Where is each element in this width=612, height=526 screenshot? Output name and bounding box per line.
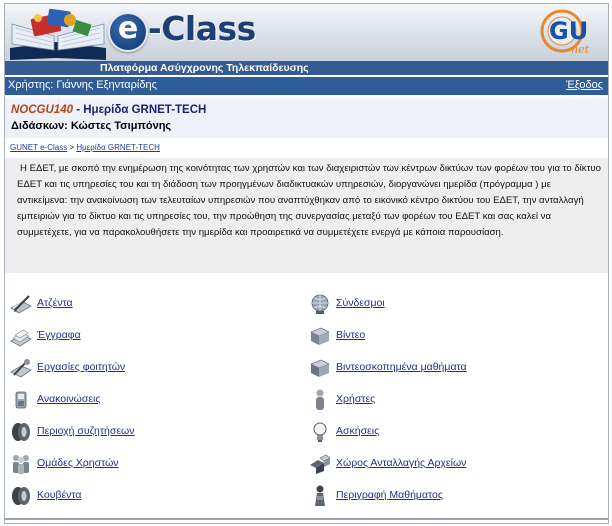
current-user-label: Χρήστης: Γιάννης Εξηνταρίδης <box>8 79 157 91</box>
forum-icon <box>12 423 30 441</box>
eclass-page: e -Class GU net Πλατφόρμα Ασύγχρονης Τηλ… <box>4 3 609 524</box>
header-banner: e -Class GU net <box>5 4 608 61</box>
user-bar: Χρήστης: Γιάννης Εξηνταρίδης Έξοδος <box>5 77 608 95</box>
tool-assignments-link[interactable]: Εργασίες φοιτητών <box>37 361 125 373</box>
header-subtitle-bar: Πλατφόρμα Ασύγχρονης Τηλεκπαίδευσης <box>5 61 608 75</box>
course-instructor: Διδάσκων: Κώστες Τσιμπόνης <box>11 120 172 132</box>
tool-file-exchange-link[interactable]: Χώρος Ανταλλαγής Αρχείων <box>336 457 466 469</box>
breadcrumb-current-link[interactable]: Ημερίδα GRNET-TECH <box>76 143 160 152</box>
chat-icon <box>12 487 30 505</box>
file-exchange-icon <box>310 454 331 474</box>
gunet-logo-sub: net <box>571 43 590 56</box>
tool-agenda-link[interactable]: Ατζέντα <box>37 297 73 309</box>
breadcrumb-separator: > <box>67 143 77 152</box>
exercises-lightbulb-icon <box>313 422 327 442</box>
course-description-text: Η ΕΔΕΤ, με σκοπό την ενημέρωση της κοινό… <box>17 163 601 238</box>
course-title-line: NOCGU140 - Ημερίδα GRNET-TECH <box>11 104 206 116</box>
course-description-box: Η ΕΔΕΤ, με σκοπό την ενημέρωση της κοινό… <box>5 158 608 273</box>
user-groups-icon <box>13 455 29 474</box>
breadcrumb-home-link[interactable]: GUNET e-Class <box>10 143 67 152</box>
tool-user-groups-link[interactable]: Ομάδες Χρηστών <box>37 457 119 469</box>
tool-forum-link[interactable]: Περιοχή συζητήσεων <box>37 425 135 437</box>
footer-divider <box>5 518 608 520</box>
gunet-logo-text: GU <box>549 17 588 45</box>
platform-subtitle: Πλατφόρμα Ασύγχρονης Τηλεκπαίδευσης <box>100 62 309 74</box>
tool-links-link[interactable]: Σύνδεσμοι <box>336 297 385 309</box>
users-icon <box>316 389 324 410</box>
tool-course-description-link[interactable]: Περιγραφή Μαθήματος <box>336 489 443 501</box>
eclass-brand-text: -Class <box>148 9 256 48</box>
tool-users-link[interactable]: Χρήστες <box>336 393 375 405</box>
open-book-logo-icon <box>10 8 106 60</box>
tool-documents-link[interactable]: Έγγραφα <box>37 329 81 341</box>
tool-exercises-link[interactable]: Ασκήσεις <box>336 425 379 437</box>
documents-icon <box>10 329 32 347</box>
breadcrumb: GUNET e-Class > Ημερίδα GRNET-TECH <box>10 143 160 152</box>
tool-video-link[interactable]: Βίντεο <box>336 329 365 341</box>
agenda-icon <box>10 295 32 314</box>
gunet-logo-icon: GU net <box>540 9 590 56</box>
recorded-lessons-icon <box>310 359 330 377</box>
course-header: NOCGU140 - Ημερίδα GRNET-TECH Διδάσκων: … <box>5 98 608 138</box>
course-description-icon <box>315 485 325 506</box>
eclass-logo-badge: e <box>108 11 148 52</box>
links-globe-icon <box>311 294 329 314</box>
eclass-logo-letter: e <box>117 11 139 46</box>
logout-link[interactable]: Έξοδος <box>566 79 603 91</box>
course-title: Ημερίδα GRNET-TECH <box>83 104 207 116</box>
course-title-separator: - <box>73 104 84 116</box>
assignments-icon <box>10 359 32 378</box>
announcements-icon <box>15 391 27 409</box>
video-icon <box>310 327 330 345</box>
tool-recorded-lessons-link[interactable]: Βιντεοσκοπημένα μαθήματα <box>336 361 467 373</box>
tool-announcements-link[interactable]: Ανακοινώσεις <box>37 393 100 405</box>
tool-chat-link[interactable]: Κουβέντα <box>37 489 82 501</box>
course-code: NOCGU140 <box>11 104 73 116</box>
